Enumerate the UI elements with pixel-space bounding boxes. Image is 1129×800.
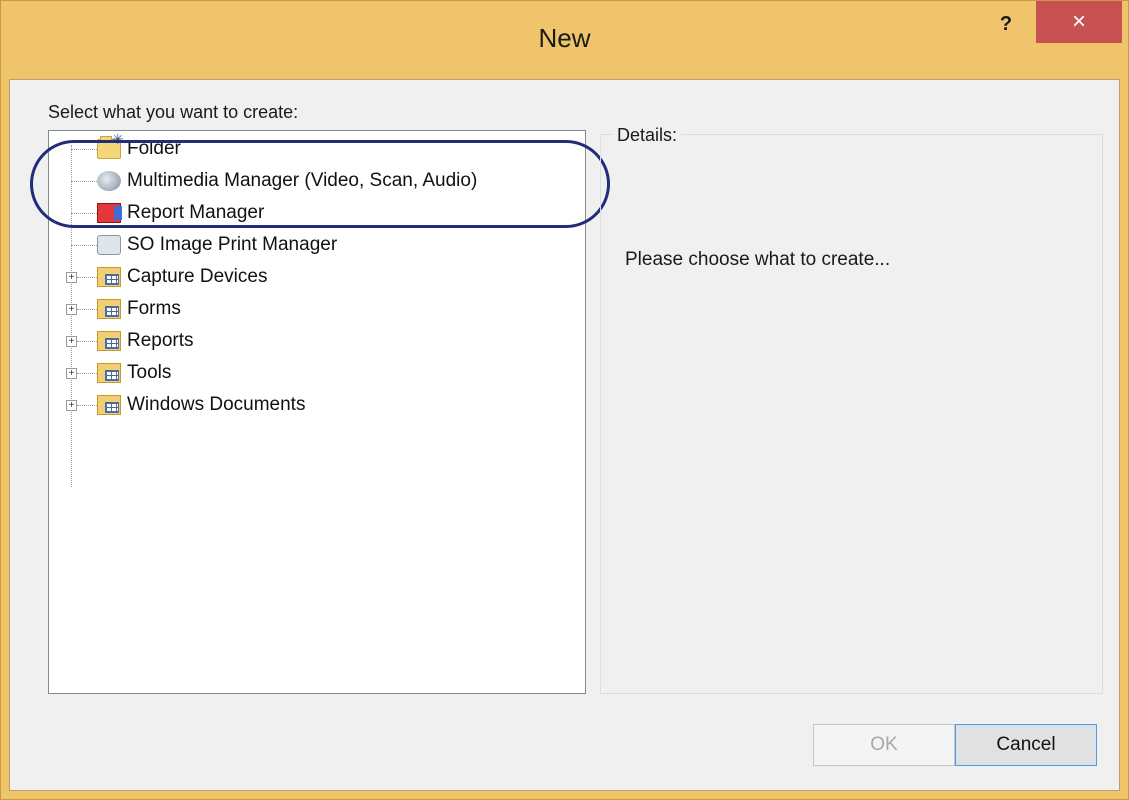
title-bar[interactable]: New ? × bbox=[1, 1, 1128, 79]
tree-branch-line bbox=[77, 341, 97, 342]
tree-branch-line bbox=[77, 277, 97, 278]
tree-item-label: Capture Devices bbox=[127, 266, 268, 287]
help-button[interactable]: ? bbox=[981, 9, 1031, 39]
tree-branch-line bbox=[77, 309, 97, 310]
window-title: New bbox=[538, 23, 591, 53]
tree-item-label: Tools bbox=[127, 362, 172, 383]
details-legend: Details: bbox=[613, 125, 682, 146]
tree-item-label: SO Image Print Manager bbox=[127, 234, 338, 255]
tree-branch-line bbox=[77, 405, 97, 406]
expand-icon[interactable]: + bbox=[66, 336, 77, 347]
create-item-tree[interactable]: ✳ Folder Multimedia Manager (Video, Scan… bbox=[48, 130, 586, 694]
tree-branch-line bbox=[71, 149, 97, 150]
details-message: Please choose what to create... bbox=[625, 249, 891, 270]
folder-group-icon bbox=[97, 331, 121, 351]
tree-branch-line bbox=[71, 181, 97, 182]
tree-item-label: Forms bbox=[127, 298, 181, 319]
details-groupbox: Details: Please choose what to create... bbox=[600, 125, 1103, 694]
tree-item-label: Windows Documents bbox=[127, 394, 306, 415]
tree-item-label: Multimedia Manager (Video, Scan, Audio) bbox=[127, 170, 478, 191]
folder-group-icon bbox=[97, 267, 121, 287]
dialog-body: Select what you want to create: ✳ Folder… bbox=[9, 79, 1120, 791]
close-button[interactable]: × bbox=[1036, 1, 1122, 43]
printer-icon bbox=[97, 235, 121, 255]
expand-icon[interactable]: + bbox=[66, 272, 77, 283]
tree-branch-line bbox=[71, 213, 97, 214]
close-icon: × bbox=[1071, 8, 1086, 35]
folder-group-icon bbox=[97, 299, 121, 319]
tree-item-label: Report Manager bbox=[127, 202, 265, 223]
tree-connector-line bbox=[71, 145, 72, 487]
tree-item-label: Reports bbox=[127, 330, 194, 351]
folder-group-icon bbox=[97, 363, 121, 383]
cancel-button[interactable]: Cancel bbox=[955, 724, 1097, 766]
expand-icon[interactable]: + bbox=[66, 304, 77, 315]
report-manager-icon bbox=[97, 203, 122, 223]
tree-branch-line bbox=[77, 373, 97, 374]
prompt-label: Select what you want to create: bbox=[48, 102, 299, 122]
folder-group-icon bbox=[97, 395, 121, 415]
new-dialog-window: New ? × Select what you want to create: … bbox=[0, 0, 1129, 800]
tree-item-label: Folder bbox=[127, 138, 181, 159]
expand-icon[interactable]: + bbox=[66, 368, 77, 379]
new-folder-icon: ✳ bbox=[97, 132, 124, 159]
multimedia-icon bbox=[97, 171, 121, 191]
expand-icon[interactable]: + bbox=[66, 400, 77, 411]
tree-branch-line bbox=[71, 245, 97, 246]
ok-button[interactable]: OK bbox=[813, 724, 955, 766]
